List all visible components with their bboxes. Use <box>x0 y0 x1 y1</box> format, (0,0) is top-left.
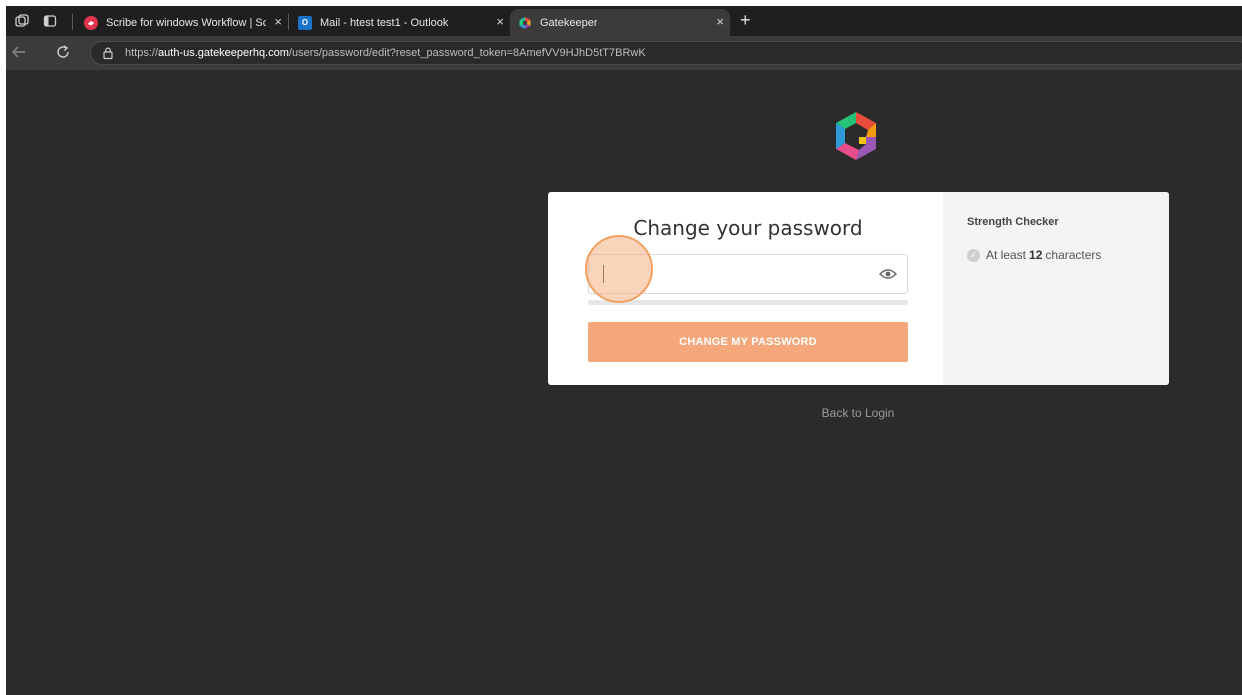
text-caret <box>603 265 604 283</box>
page-title: Change your password <box>633 216 863 240</box>
check-icon: ✓ <box>967 248 980 262</box>
gatekeeper-icon <box>518 16 532 30</box>
rule-prefix: At least <box>986 248 1027 262</box>
workspaces-icon[interactable] <box>14 13 30 29</box>
tab-gatekeeper[interactable]: Gatekeeper × <box>510 9 730 36</box>
rule-suffix: characters <box>1045 248 1102 262</box>
tab-separator <box>72 14 73 30</box>
back-to-login-link[interactable]: Back to Login <box>758 406 958 420</box>
rule-count: 12 <box>1029 248 1043 262</box>
change-password-button[interactable]: CHANGE MY PASSWORD <box>588 322 908 362</box>
eye-icon[interactable] <box>879 267 897 281</box>
tab-scribe[interactable]: Scribe for windows Workflow | Sc × <box>78 9 288 36</box>
url-path: /users/password/edit?reset_password_toke… <box>288 47 646 59</box>
url-host: auth-us.gatekeeperhq.com <box>158 47 289 59</box>
password-input[interactable] <box>588 254 908 294</box>
address-bar[interactable]: https://auth-us.gatekeeperhq.com/users/p… <box>90 41 1242 65</box>
strength-checker-title: Strength Checker <box>967 216 1059 228</box>
tab-separator <box>288 14 289 30</box>
strength-checker-panel: Strength Checker ✓ At least 12 characters <box>943 192 1169 385</box>
tab-actions-icon[interactable] <box>42 13 58 29</box>
tab-title: Mail - htest test1 - Outlook <box>320 16 449 29</box>
close-icon[interactable]: × <box>274 15 282 29</box>
password-strength-bar <box>588 300 908 305</box>
url-text[interactable]: https://auth-us.gatekeeperhq.com/users/p… <box>125 47 646 59</box>
new-tab-button[interactable]: + <box>740 10 751 30</box>
outlook-icon: O <box>298 15 312 30</box>
tab-title: Gatekeeper <box>540 16 598 29</box>
strength-rule-length: ✓ At least 12 characters <box>967 248 1101 262</box>
tab-title: Scribe for windows Workflow | Sc <box>106 16 266 29</box>
back-arrow-icon[interactable] <box>10 44 28 62</box>
url-scheme: https:// <box>125 47 159 59</box>
reload-icon[interactable] <box>54 44 72 62</box>
browser-window: Scribe for windows Workflow | Sc × O Mai… <box>6 6 1242 695</box>
tab-outlook[interactable]: O Mail - htest test1 - Outlook × <box>294 9 510 36</box>
lock-icon[interactable] <box>101 46 115 60</box>
close-icon[interactable]: × <box>716 15 724 29</box>
tab-strip: Scribe for windows Workflow | Sc × O Mai… <box>6 6 1242 36</box>
change-password-card: Change your password CHANGE MY PASSWORD … <box>548 192 1169 385</box>
close-icon[interactable]: × <box>496 15 504 29</box>
scribe-icon <box>84 15 98 30</box>
gatekeeper-logo <box>828 108 884 164</box>
navigation-bar: https://auth-us.gatekeeperhq.com/users/p… <box>6 36 1242 70</box>
